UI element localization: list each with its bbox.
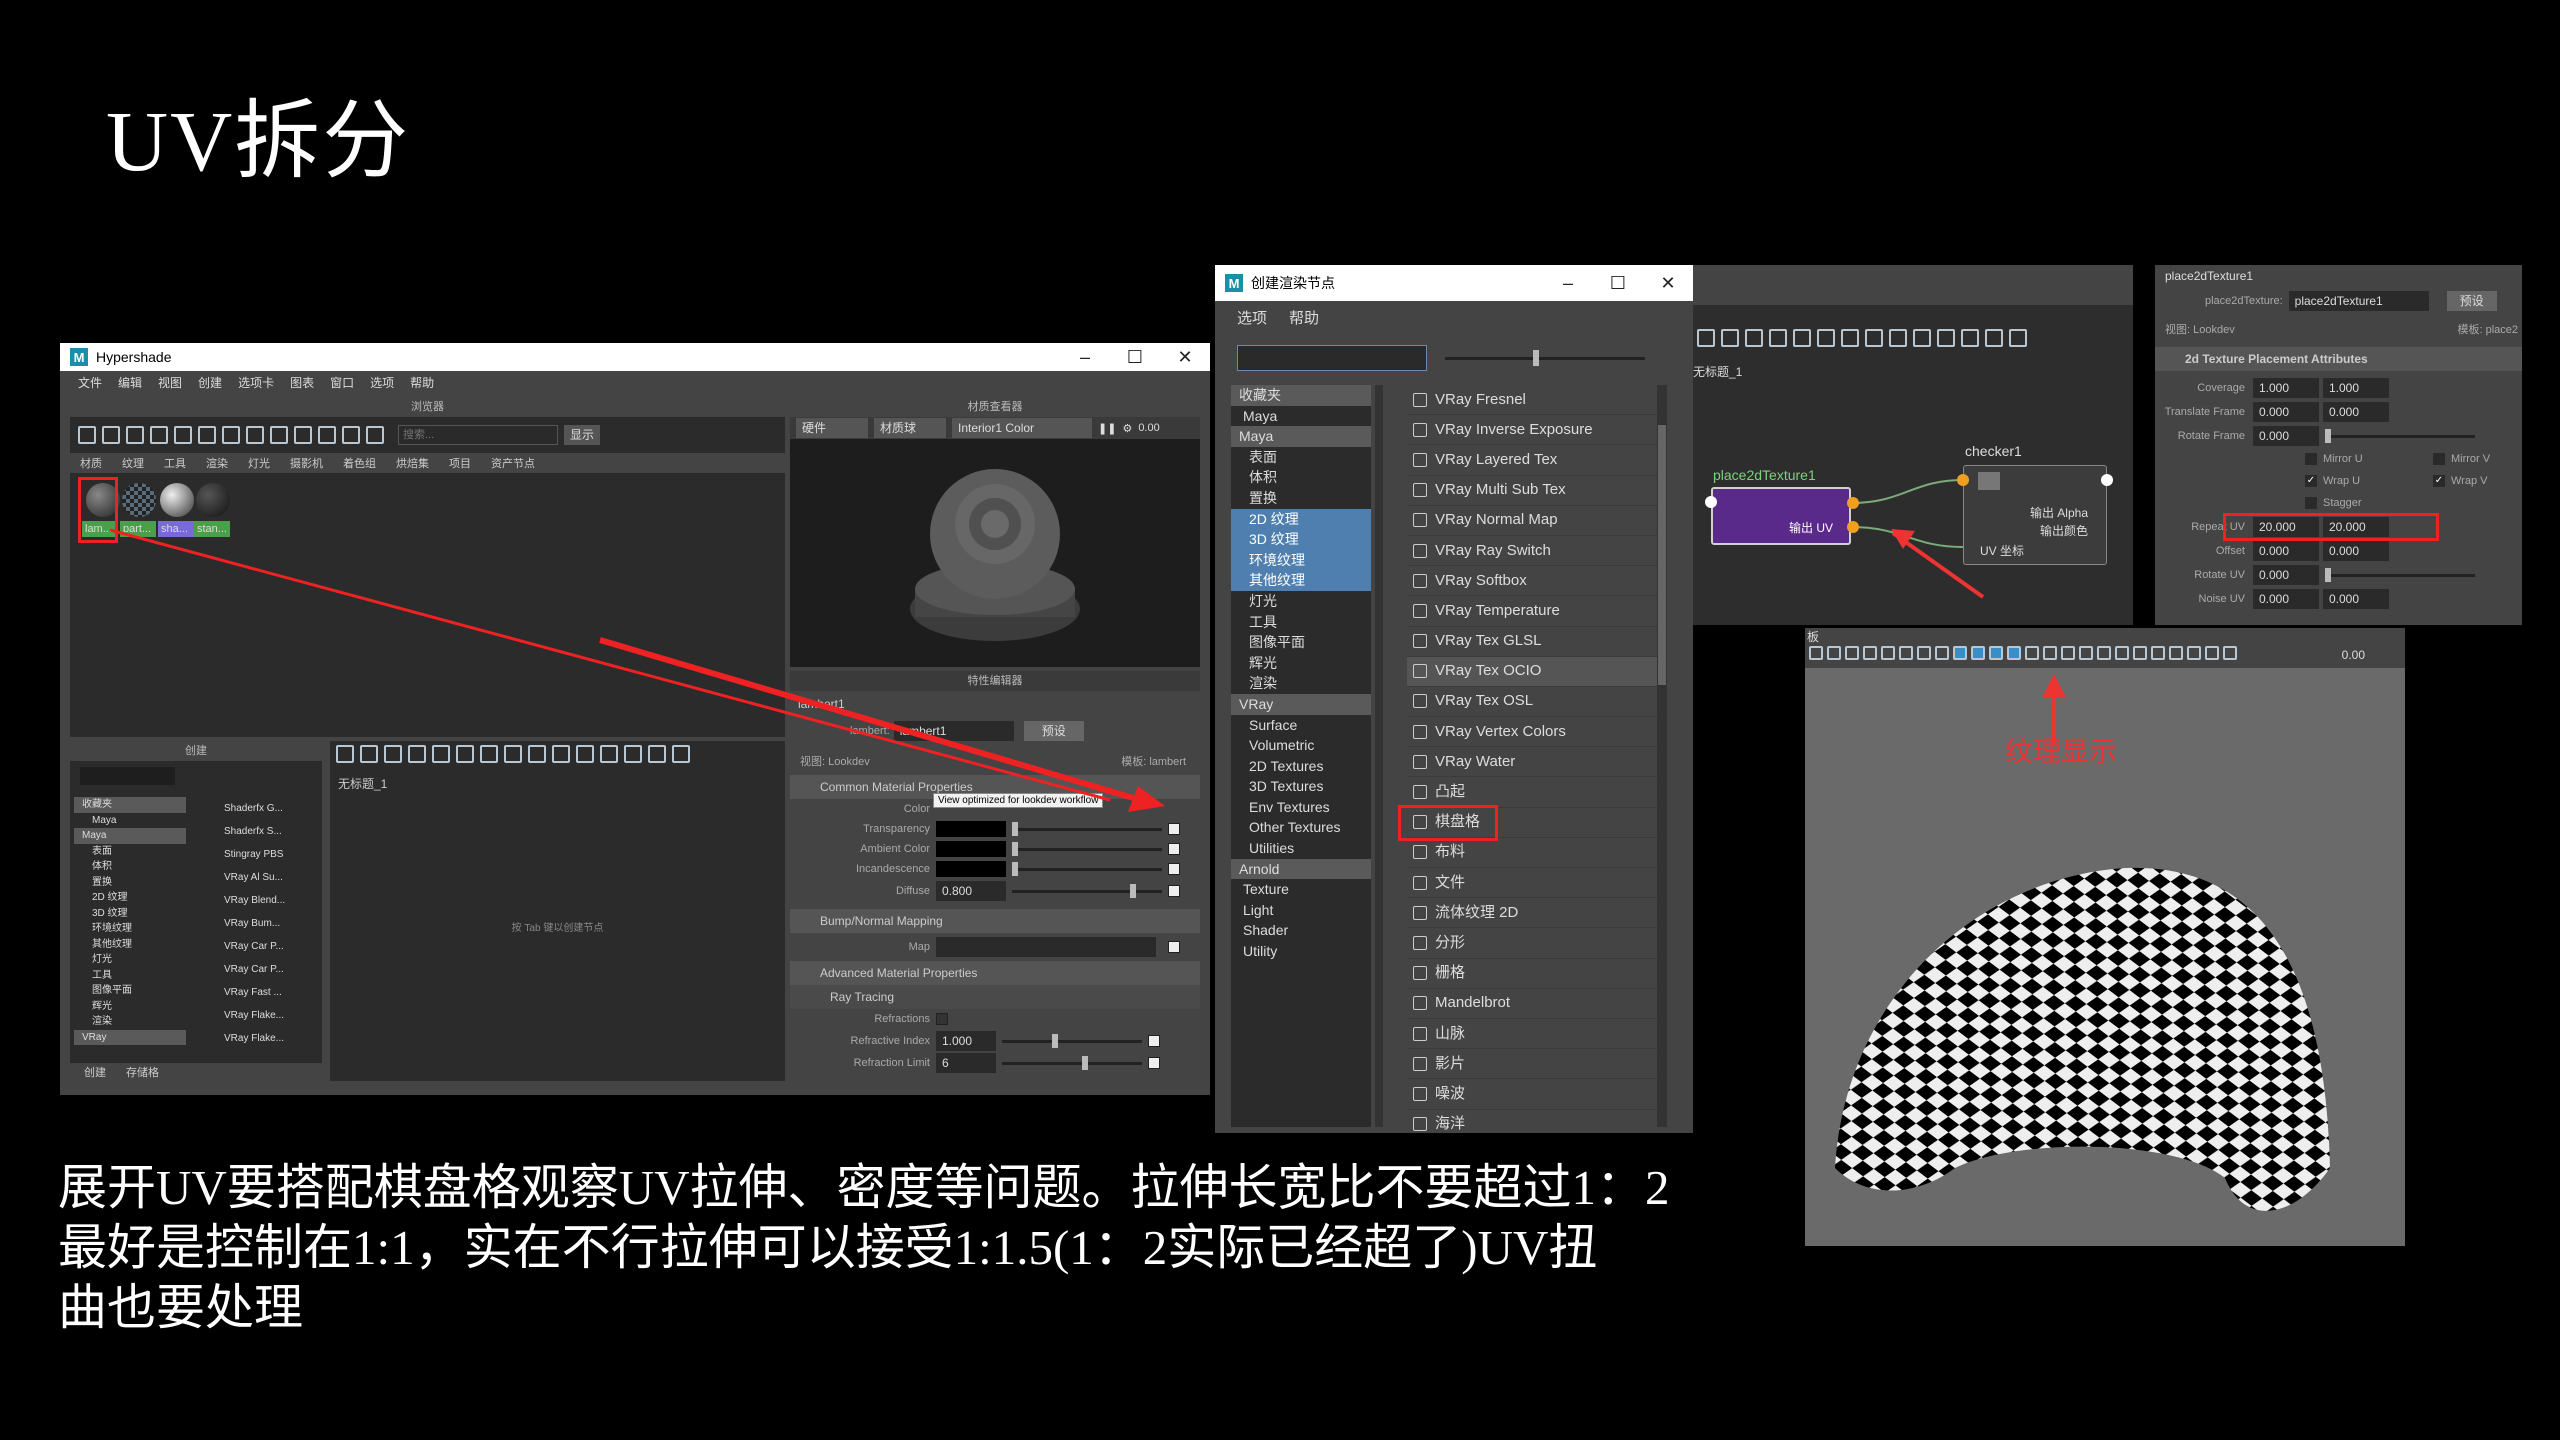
- caption-line: 展开UV要搭配棋盘格观察UV拉伸、密度等问题。拉伸长宽比不要超过1：2: [58, 1160, 1670, 1215]
- slide-caption: 展开UV要搭配棋盘格观察UV拉伸、密度等问题。拉伸长宽比不要超过1：2 最好是控…: [58, 1158, 1778, 1338]
- caption-line: 最好是控制在1:1，实在不行拉伸可以接受1:1.5(1：2实际已经超了)UV扭: [58, 1220, 1598, 1275]
- caption-line: 曲也要处理: [58, 1280, 304, 1335]
